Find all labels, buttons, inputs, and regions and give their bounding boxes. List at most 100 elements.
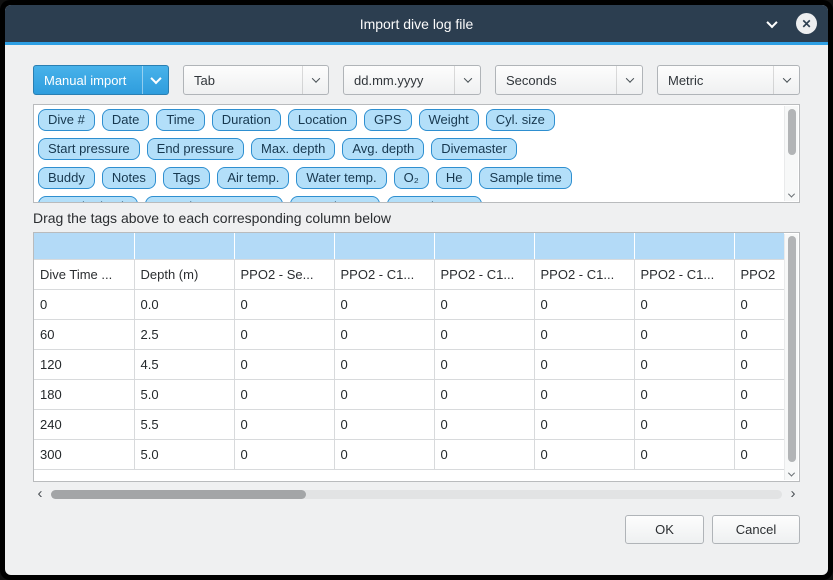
table-cell: 0 (634, 439, 734, 469)
tag-notes[interactable]: Notes (102, 167, 156, 189)
tag-date[interactable]: Date (102, 109, 149, 131)
scroll-right-icon[interactable]: › (786, 487, 800, 501)
table-horizontal-scrollbar[interactable]: ‹ › (33, 487, 800, 501)
table-cell: 0 (234, 379, 334, 409)
table-cell: 0 (334, 439, 434, 469)
tag-o[interactable]: O₂ (394, 167, 429, 189)
titlebar-menu-chevron-icon[interactable] (763, 15, 781, 33)
ok-button[interactable]: OK (625, 515, 704, 544)
column-header-7[interactable]: PPO2 (734, 259, 784, 289)
tag-end-pressure[interactable]: End pressure (147, 138, 244, 160)
table-vertical-scrollbar[interactable] (784, 234, 798, 480)
tags-panel: Dive # Date Time Duration Location GPS Weight C… (33, 104, 800, 203)
tag-weight[interactable]: Weight (419, 109, 479, 131)
column-header-1[interactable]: Depth (m) (134, 259, 234, 289)
table-cell: 300 (34, 439, 134, 469)
tag-sample-cns[interactable]: Sample CNS (387, 196, 482, 202)
tag-row: Sample depth Sample temperature Sample pO₂… (38, 196, 784, 202)
date-format-combo[interactable]: dd.mm.yyyy (343, 65, 481, 95)
import-type-combo[interactable]: Manual import (33, 65, 169, 95)
close-icon: ✕ (801, 17, 811, 31)
table-cell: 0 (734, 349, 784, 379)
tag-gps[interactable]: GPS (364, 109, 411, 131)
tag-max-depth[interactable]: Max. depth (251, 138, 335, 160)
window-title: Import dive log file (5, 16, 828, 32)
table-cell: 0 (434, 439, 534, 469)
titlebar[interactable]: Import dive log file ✕ (5, 5, 828, 42)
scrollbar-thumb[interactable] (788, 236, 796, 462)
tag-location[interactable]: Location (288, 109, 357, 131)
column-drop-target-2[interactable] (234, 233, 334, 259)
tag-buddy[interactable]: Buddy (38, 167, 95, 189)
table-cell: 0 (734, 439, 784, 469)
chevron-down-icon[interactable] (785, 472, 798, 477)
column-drop-target-5[interactable] (534, 233, 634, 259)
table-cell: 0 (434, 289, 534, 319)
tag-tags[interactable]: Tags (163, 167, 210, 189)
table-cell: 0 (34, 289, 134, 319)
tag-row: Dive # Date Time Duration Location GPS Weight C… (38, 109, 784, 131)
table-viewport: Dive Time ...Depth (m)PPO2 - Se...PPO2 -… (34, 233, 784, 481)
column-header-3[interactable]: PPO2 - C1... (334, 259, 434, 289)
table-cell: 0 (234, 319, 334, 349)
scroll-left-icon[interactable]: ‹ (33, 487, 47, 501)
combo-value: dd.mm.yyyy (344, 73, 454, 88)
column-drop-target-3[interactable] (334, 233, 434, 259)
tag-sample-depth[interactable]: Sample depth (38, 196, 138, 202)
tag-row: Buddy Notes Tags Air temp. Water temp. O₂ He Sa… (38, 167, 784, 189)
table-cell: 5.0 (134, 379, 234, 409)
table-cell: 0 (534, 289, 634, 319)
scrollbar-thumb[interactable] (788, 109, 796, 155)
tag-duration[interactable]: Duration (212, 109, 281, 131)
combo-value: Seconds (496, 73, 616, 88)
chevron-down-icon (773, 66, 799, 94)
chevron-down-icon[interactable] (785, 193, 798, 198)
chevron-down-icon (454, 66, 480, 94)
tag-start-pressure[interactable]: Start pressure (38, 138, 140, 160)
tag-cyl-size[interactable]: Cyl. size (486, 109, 555, 131)
column-header-4[interactable]: PPO2 - C1... (434, 259, 534, 289)
table-row: 00.0000000 (34, 289, 784, 319)
tag-sample-temperature[interactable]: Sample temperature (145, 196, 283, 202)
column-drop-target-0[interactable] (34, 233, 134, 259)
tag-air-temp[interactable]: Air temp. (217, 167, 289, 189)
table-cell: 4.5 (134, 349, 234, 379)
chevron-down-icon (616, 66, 642, 94)
import-dialog: Import dive log file ✕ Manual import Tab… (5, 5, 828, 575)
column-drop-target-7[interactable] (734, 233, 784, 259)
column-header-2[interactable]: PPO2 - Se... (234, 259, 334, 289)
units-combo[interactable]: Metric (657, 65, 800, 95)
column-header-5[interactable]: PPO2 - C1... (534, 259, 634, 289)
scrollbar-track[interactable] (51, 490, 782, 499)
cancel-button[interactable]: Cancel (712, 515, 800, 544)
tag-avg-depth[interactable]: Avg. depth (342, 138, 424, 160)
tag-sample-time[interactable]: Sample time (479, 167, 571, 189)
tag-time[interactable]: Time (156, 109, 204, 131)
tags-scrollbar[interactable] (784, 106, 798, 201)
table-cell: 0 (534, 379, 634, 409)
chevron-down-icon (142, 66, 168, 94)
tag-sample-po[interactable]: Sample pO₂ (290, 196, 380, 202)
duration-format-combo[interactable]: Seconds (495, 65, 643, 95)
preview-grid: Dive Time ...Depth (m)PPO2 - Se...PPO2 -… (34, 233, 784, 470)
tag-water-temp[interactable]: Water temp. (296, 167, 386, 189)
table-cell: 0 (334, 409, 434, 439)
combo-value: Manual import (34, 73, 142, 88)
tag-he[interactable]: He (436, 167, 473, 189)
tag-divemaster[interactable]: Divemaster (431, 138, 517, 160)
field-separator-combo[interactable]: Tab (183, 65, 329, 95)
column-drop-target-6[interactable] (634, 233, 734, 259)
instruction-text: Drag the tags above to each correspondin… (33, 210, 800, 226)
column-header-0[interactable]: Dive Time ... (34, 259, 134, 289)
column-drop-target-1[interactable] (134, 233, 234, 259)
table-cell: 0 (634, 289, 734, 319)
scrollbar-thumb[interactable] (51, 490, 306, 499)
table-cell: 0 (334, 379, 434, 409)
table-cell: 0 (634, 379, 734, 409)
column-drop-target-4[interactable] (434, 233, 534, 259)
table-cell: 2.5 (134, 319, 234, 349)
combo-value: Metric (658, 73, 773, 88)
tag-dive[interactable]: Dive # (38, 109, 95, 131)
close-button[interactable]: ✕ (796, 13, 817, 34)
column-header-6[interactable]: PPO2 - C1... (634, 259, 734, 289)
